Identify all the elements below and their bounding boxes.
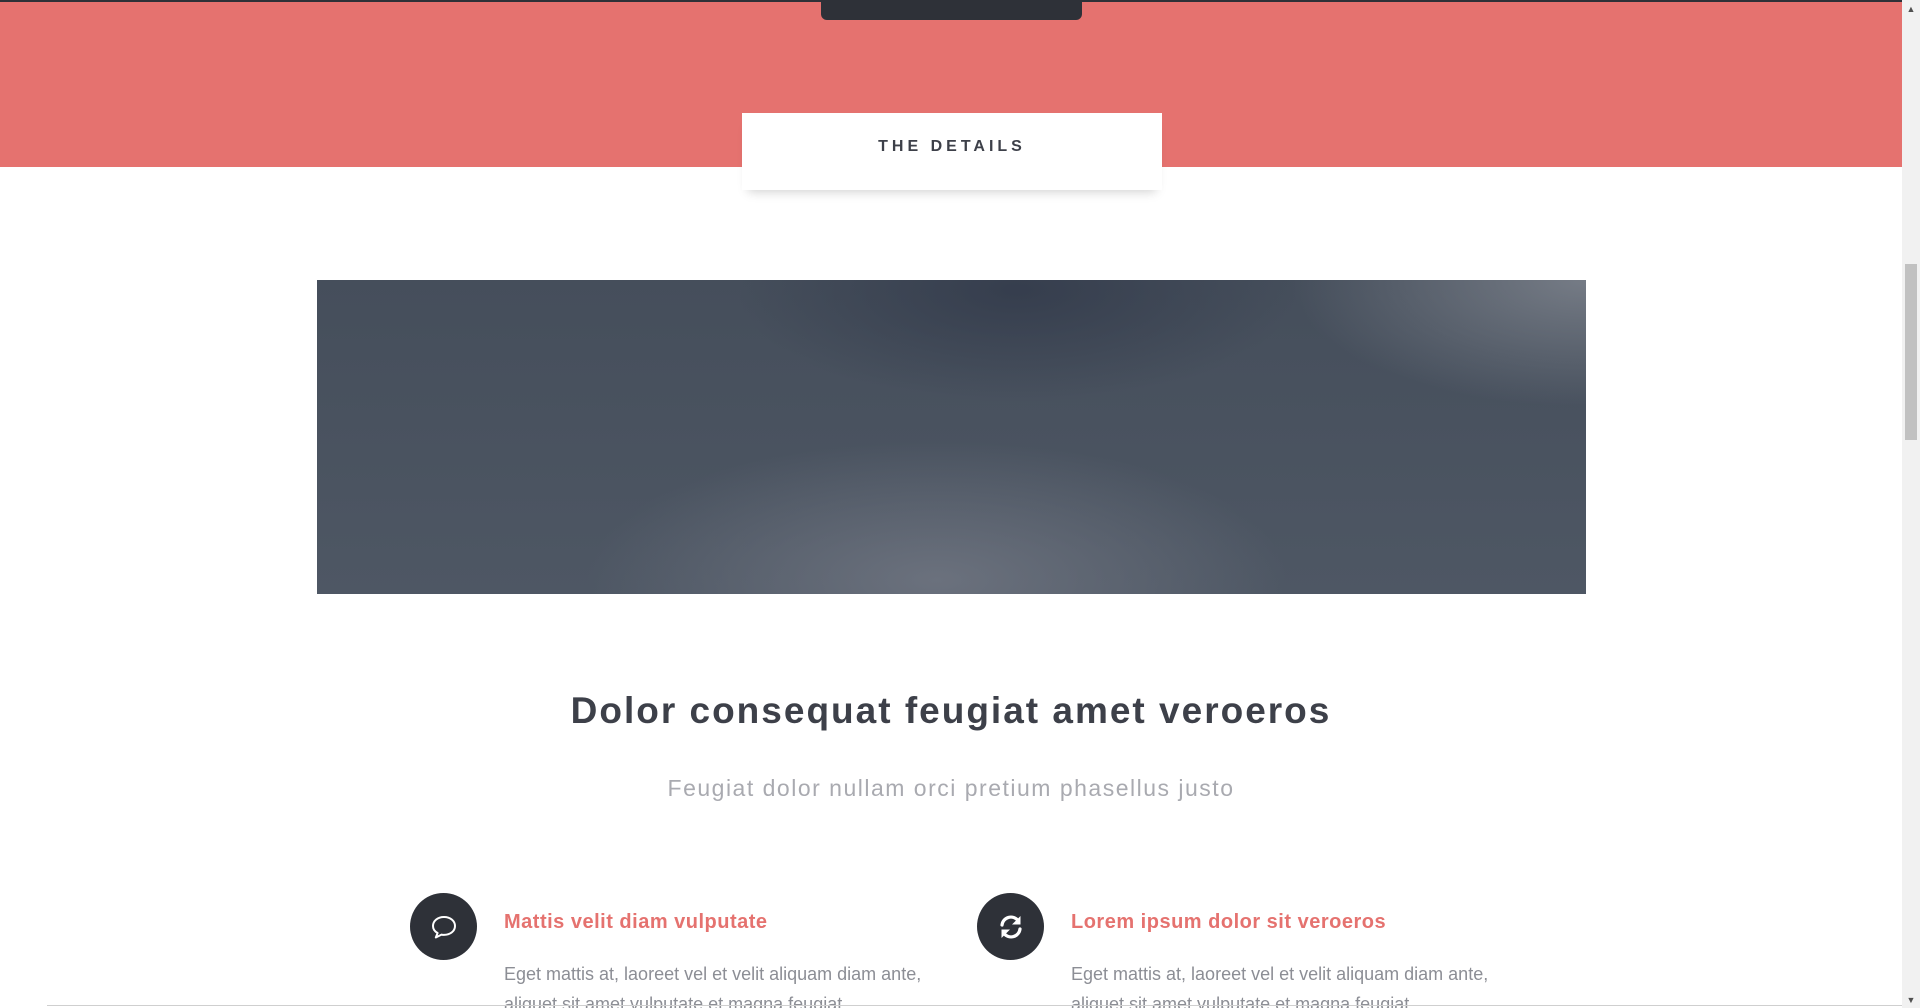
feature-title: Mattis velit diam vulputate: [504, 911, 768, 933]
section-subheading: Feugiat dolor nullam orci pretium phasel…: [667, 775, 1235, 801]
feature-text: Eget mattis at, laoreet vel et velit ali…: [504, 964, 922, 1008]
banner-tab: [821, 0, 1082, 20]
scroll-down-arrow-icon[interactable]: ▼: [1902, 991, 1920, 1008]
page: THE DETAILS Dolor consequat feugiat amet…: [0, 0, 1902, 1008]
feature-item: Lorem ipsum dolor sit veroeros Eget matt…: [977, 893, 1497, 1008]
vertical-scrollbar[interactable]: ▲ ▼: [1902, 0, 1920, 1008]
scrollbar-thumb[interactable]: [1905, 264, 1917, 440]
details-title: THE DETAILS: [878, 137, 1026, 155]
divider: [47, 1005, 1902, 1006]
speech-bubble-icon: [410, 893, 477, 960]
feature-item: Mattis velit diam vulputate Eget mattis …: [410, 893, 930, 1008]
details-box: THE DETAILS: [742, 113, 1162, 190]
refresh-icon: [977, 893, 1044, 960]
feature-title: Lorem ipsum dolor sit veroeros: [1071, 911, 1387, 933]
feature-text: Eget mattis at, laoreet vel et velit ali…: [1071, 964, 1489, 1008]
section-heading: Dolor consequat feugiat amet veroeros: [570, 690, 1332, 731]
hero-image: [317, 280, 1586, 594]
scroll-up-arrow-icon[interactable]: ▲: [1902, 0, 1920, 17]
